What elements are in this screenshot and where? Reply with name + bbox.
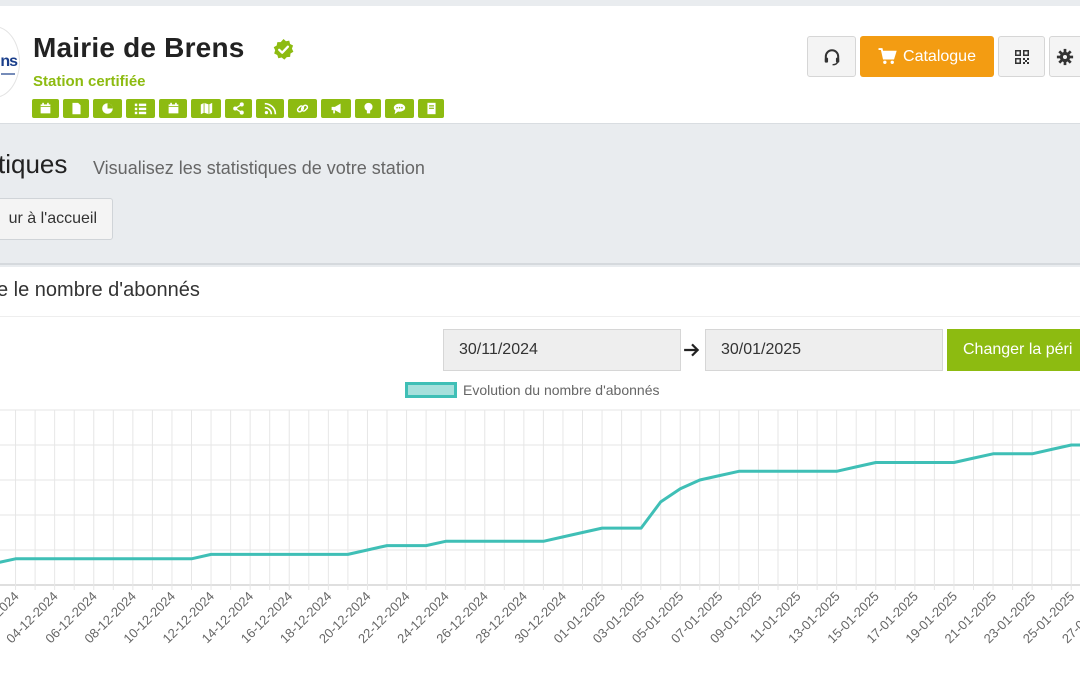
- chart-series: [0, 443, 1080, 564]
- legend-label: Evolution du nombre d'abonnés: [463, 382, 660, 398]
- series-line: [0, 443, 1080, 564]
- logo-text: ns: [0, 53, 18, 70]
- logo-underline: [1, 73, 15, 75]
- comment-icon[interactable]: [385, 99, 414, 118]
- panel-title: e le nombre d'abonnés: [0, 279, 200, 301]
- end-date-field[interactable]: 30/01/2025: [705, 329, 943, 371]
- bullhorn-icon[interactable]: [321, 99, 351, 118]
- catalogue-button[interactable]: Catalogue: [860, 36, 994, 77]
- map-icon[interactable]: [191, 99, 221, 118]
- book-icon[interactable]: [418, 99, 444, 118]
- support-button[interactable]: [807, 36, 856, 77]
- chart-grid: [0, 409, 1080, 590]
- settings-button[interactable]: [1049, 36, 1080, 77]
- feature-icon-bar: [32, 99, 444, 118]
- document-icon[interactable]: [63, 99, 89, 118]
- arrow-right-icon: [684, 343, 700, 357]
- pie-chart-icon[interactable]: [93, 99, 122, 118]
- legend-swatch: [405, 382, 457, 398]
- page-subtitle: Visualisez les statistiques de votre sta…: [93, 158, 425, 178]
- station-header: ns Mairie de Brens Station certifiée Cat…: [0, 6, 1080, 124]
- panel-divider: [0, 316, 1080, 317]
- calendar-icon[interactable]: [32, 99, 59, 118]
- station-name: Mairie de Brens: [33, 32, 245, 63]
- calendar-icon[interactable]: [159, 99, 187, 118]
- verified-badge-icon: [273, 38, 294, 60]
- subscribers-panel: 02-12-2024 04-12-2024 06-12-2024 08-12-2024…: [0, 267, 1080, 675]
- list-icon[interactable]: [126, 99, 155, 118]
- lightbulb-icon[interactable]: [355, 99, 381, 118]
- back-to-home-button[interactable]: ur à l'accueil: [0, 198, 113, 240]
- change-period-button[interactable]: Changer la péri: [947, 329, 1080, 371]
- catalogue-label: Catalogue: [903, 47, 976, 65]
- station-logo[interactable]: ns: [0, 26, 20, 98]
- qrcode-icon: [1014, 49, 1029, 64]
- page-title: tiques: [0, 149, 68, 179]
- rss-icon[interactable]: [256, 99, 284, 118]
- share-icon[interactable]: [225, 99, 252, 118]
- headset-icon: [824, 48, 839, 65]
- link-icon[interactable]: [288, 99, 317, 118]
- qrcode-button[interactable]: [998, 36, 1045, 77]
- cart-icon: [878, 48, 897, 64]
- chart-x-axis: 02-12-202404-12-202406-12-202408-12-2024…: [0, 589, 1080, 647]
- certified-label: Station certifiée: [33, 73, 146, 90]
- start-date-field[interactable]: 30/11/2024: [443, 329, 681, 371]
- gear-icon: [1056, 48, 1073, 65]
- page-header: tiques Visualisez les statistiques de vo…: [0, 125, 1080, 265]
